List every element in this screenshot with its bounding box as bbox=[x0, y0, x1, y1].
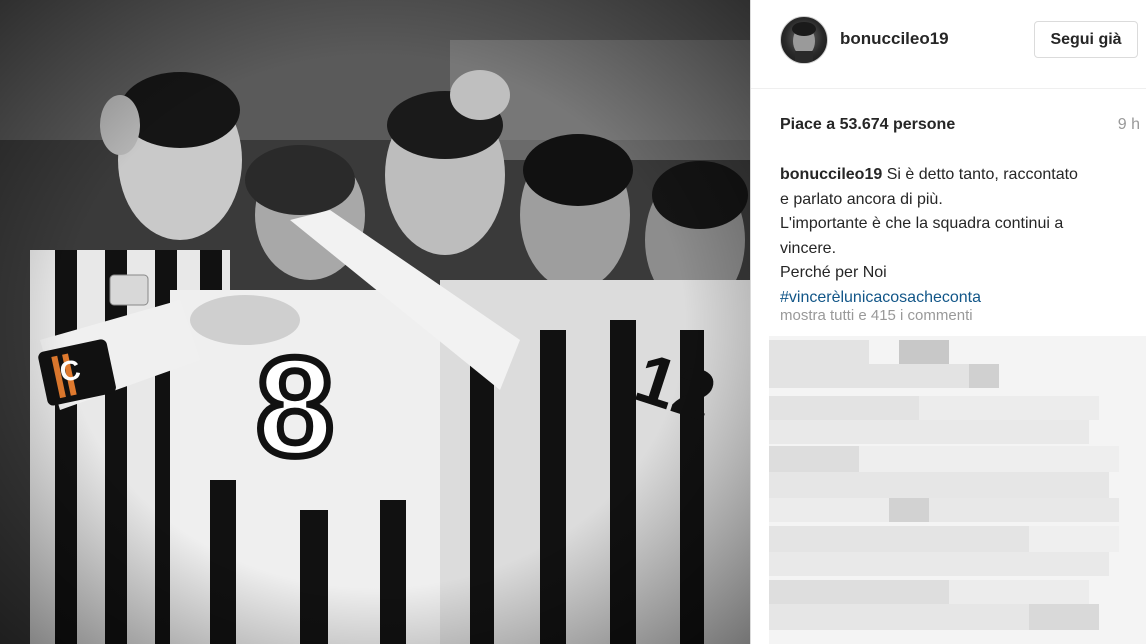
caption-line-3: L'importante è che la squadra continui a bbox=[780, 215, 1064, 232]
following-button[interactable]: Segui già bbox=[1034, 21, 1138, 58]
post-photo[interactable]: 8 12 C bbox=[0, 0, 750, 644]
caption-line-4: vincere. bbox=[780, 239, 837, 257]
view-all-comments-link[interactable]: mostra tutti e 415 i commenti bbox=[780, 307, 973, 324]
caption-line-1: Si è detto tanto, raccontato bbox=[886, 166, 1078, 183]
username[interactable]: bonucci​leo19 bbox=[840, 29, 949, 49]
post-sidebar: bonucci​leo19 Segui già Piace a 53.674 p… bbox=[751, 0, 1146, 644]
post-timestamp[interactable]: 9 h bbox=[1118, 116, 1140, 134]
likes-count[interactable]: Piace a 53.674 persone bbox=[780, 116, 955, 134]
avatar[interactable] bbox=[780, 16, 828, 64]
post-caption: bonucci​leo19 Si è detto tanto, racconta… bbox=[780, 163, 1120, 310]
caption-line-2: e parlato ancora di più. bbox=[780, 190, 943, 208]
caption-username[interactable]: bonucci​leo19 bbox=[780, 166, 882, 183]
caption-line-5: Perché per Noi bbox=[780, 264, 887, 281]
blurred-comments bbox=[769, 336, 1146, 644]
post-header: bonucci​leo19 Segui già bbox=[751, 0, 1146, 89]
